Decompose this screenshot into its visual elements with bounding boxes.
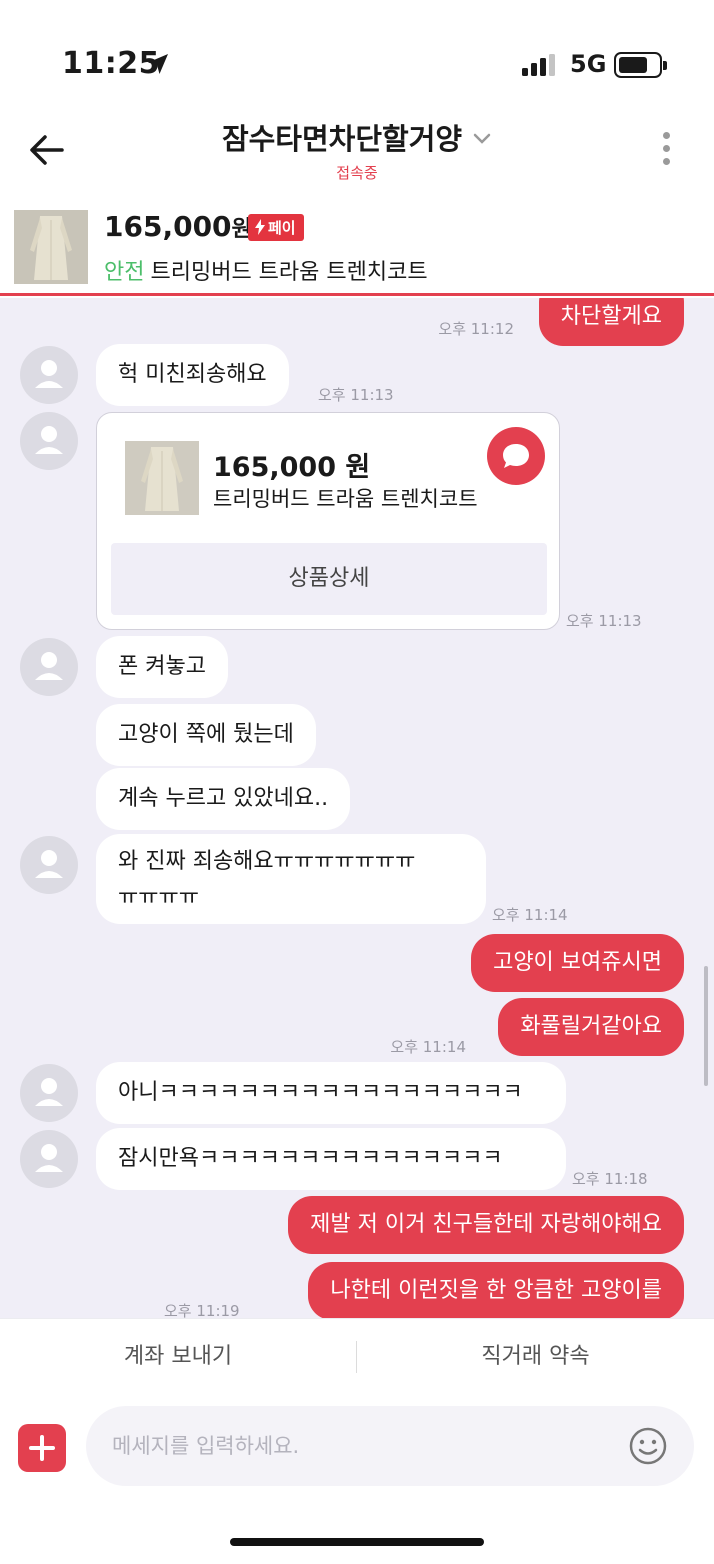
product-detail-button[interactable]: 상품상세 [111,543,547,615]
incoming-message: 잠시만욕ㅋㅋㅋㅋㅋㅋㅋㅋㅋㅋㅋㅋㅋㅋㅋ [96,1128,566,1190]
direct-deal-button[interactable]: 직거래 약속 [357,1319,714,1395]
user-icon [35,1078,63,1106]
pay-badge: 페이 [248,214,304,241]
chat-message-list[interactable]: 차단할게요 오후 11:12 헉 미친죄송해요 오후 11:13 165,000… [0,298,714,1318]
chat-title[interactable]: 잠수타면차단할거양 [222,116,462,158]
message-time: 오후 11:13 [566,612,642,630]
emoji-icon[interactable] [628,1426,668,1466]
cellular-signal-icon [522,54,555,76]
outgoing-message: 제발 저 이거 친구들한테 자랑해야해요 [288,1196,684,1254]
card-product-name: 트리밍버드 트라움 트렌치코트 [213,487,478,511]
chat-bubble-icon [487,427,545,485]
battery-icon [614,52,667,78]
outgoing-message: 나한테 이런짓을 한 앙큼한 고양이를 [308,1262,684,1318]
scrollbar[interactable] [704,966,708,1086]
message-input[interactable] [86,1406,694,1486]
send-account-button[interactable]: 계좌 보내기 [0,1319,356,1395]
chevron-down-icon[interactable] [472,131,492,145]
composer [0,1394,714,1564]
shared-product-card[interactable]: 165,000 원 트리밍버드 트라움 트렌치코트 상품상세 [96,412,560,630]
trench-coat-image [14,210,88,284]
card-price: 165,000 원 [213,452,371,483]
incoming-message: 고양이 쪽에 뒀는데 [96,704,316,766]
message-time: 오후 11:13 [318,386,394,404]
incoming-message: 아니ㅋㅋㅋㅋㅋㅋㅋㅋㅋㅋㅋㅋㅋㅋㅋㅋㅋㅋ [96,1062,566,1124]
network-type: 5G [570,50,607,78]
message-line: 와 진짜 죄송해요ㅠㅠㅠㅠㅠㅠㅠ [118,849,416,874]
message-time: 오후 11:18 [572,1170,648,1188]
outgoing-message: 차단할게요 [538,298,684,346]
product-name: 트리밍버드 트라움 트렌치코트 [150,260,428,285]
incoming-message: 폰 켜놓고 [96,636,228,698]
online-status: 접속중 [336,164,378,182]
user-icon [35,652,63,680]
plus-icon [29,1435,55,1461]
message-time: 오후 11:14 [492,906,568,924]
message-time: 오후 11:14 [390,1038,466,1056]
outgoing-message: 고양이 보여쥬시면 [471,934,684,992]
outgoing-message: 화풀릴거같아요 [498,998,684,1056]
quick-actions-bar: 계좌 보내기 직거래 약속 [0,1318,714,1394]
product-title-line: 안전 트리밍버드 트라움 트렌치코트 [104,254,428,286]
user-icon [35,360,63,388]
avatar[interactable] [20,1130,78,1188]
location-arrow-icon [148,54,168,74]
avatar[interactable] [20,346,78,404]
message-line: ㅠㅠㅠㅠ [118,885,199,910]
lightning-icon [255,219,265,235]
user-icon [35,850,63,878]
message-time: 오후 11:19 [164,1302,240,1318]
avatar[interactable] [20,638,78,696]
user-icon [35,1144,63,1172]
card-product-thumbnail [125,441,199,515]
avatar[interactable] [20,836,78,894]
more-menu-button[interactable] [658,132,674,168]
incoming-message: 계속 누르고 있았네요.. [96,768,351,830]
chat-header: 잠수타면차단할거양 [0,116,714,158]
product-price: 165,000원 [104,210,252,243]
trench-coat-image [125,441,199,515]
avatar[interactable] [20,1064,78,1122]
incoming-message: 와 진짜 죄송해요ㅠㅠㅠㅠㅠㅠㅠ ㅠㅠㅠㅠ [96,834,486,924]
safe-trade-label: 안전 [104,260,145,285]
attach-plus-button[interactable] [18,1424,66,1472]
incoming-message: 헉 미친죄송해요 [96,344,289,406]
product-thumbnail[interactable] [14,210,88,284]
product-bar[interactable]: 165,000원 페이 안전 트리밍버드 트라움 트렌치코트 [0,200,714,296]
message-time: 오후 11:12 [438,320,514,338]
home-indicator [230,1538,484,1546]
avatar[interactable] [20,412,78,470]
user-icon [35,426,63,454]
